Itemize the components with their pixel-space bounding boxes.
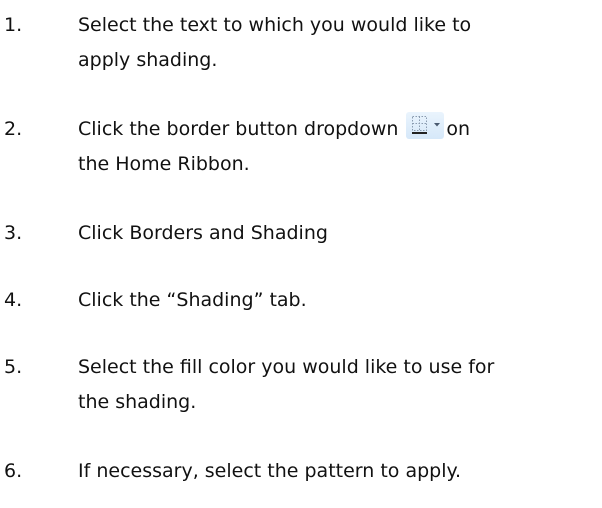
step-text: Select the text to which you would like … [78, 8, 598, 78]
step-text-line: apply shading. [78, 49, 218, 71]
step-number: 1. [4, 14, 23, 36]
step-text: Click Borders and Shading [78, 216, 598, 251]
border-button-dropdown-icon [406, 112, 445, 139]
step-text-segment: on [446, 118, 471, 140]
step-text: Click the “Shading” tab. [78, 283, 598, 318]
step-number: 6. [4, 460, 23, 482]
step-text: If necessary, select the pattern to appl… [78, 454, 598, 489]
step-text: Select the fill color you would like to … [78, 350, 598, 420]
step-text-line: If necessary, select the pattern to appl… [78, 460, 462, 482]
step-number: 3. [4, 222, 23, 244]
step-text-line: Select the text to which you would like … [78, 14, 472, 36]
step-text-line: the shading. [78, 391, 197, 413]
step-text-line: Click the “Shading” tab. [78, 289, 307, 311]
step-text-line: Click Borders and Shading [78, 222, 328, 244]
step-number: 4. [4, 289, 23, 311]
step-text-line: the Home Ribbon. [78, 153, 250, 175]
step-text-line: Select the fill color you would like to … [78, 356, 495, 378]
step-number: 5. [4, 356, 23, 378]
step-text: Click the border button dropdown on the … [78, 112, 598, 182]
step-text-segment: Click the border button dropdown [78, 118, 399, 140]
step-number: 2. [4, 118, 23, 140]
